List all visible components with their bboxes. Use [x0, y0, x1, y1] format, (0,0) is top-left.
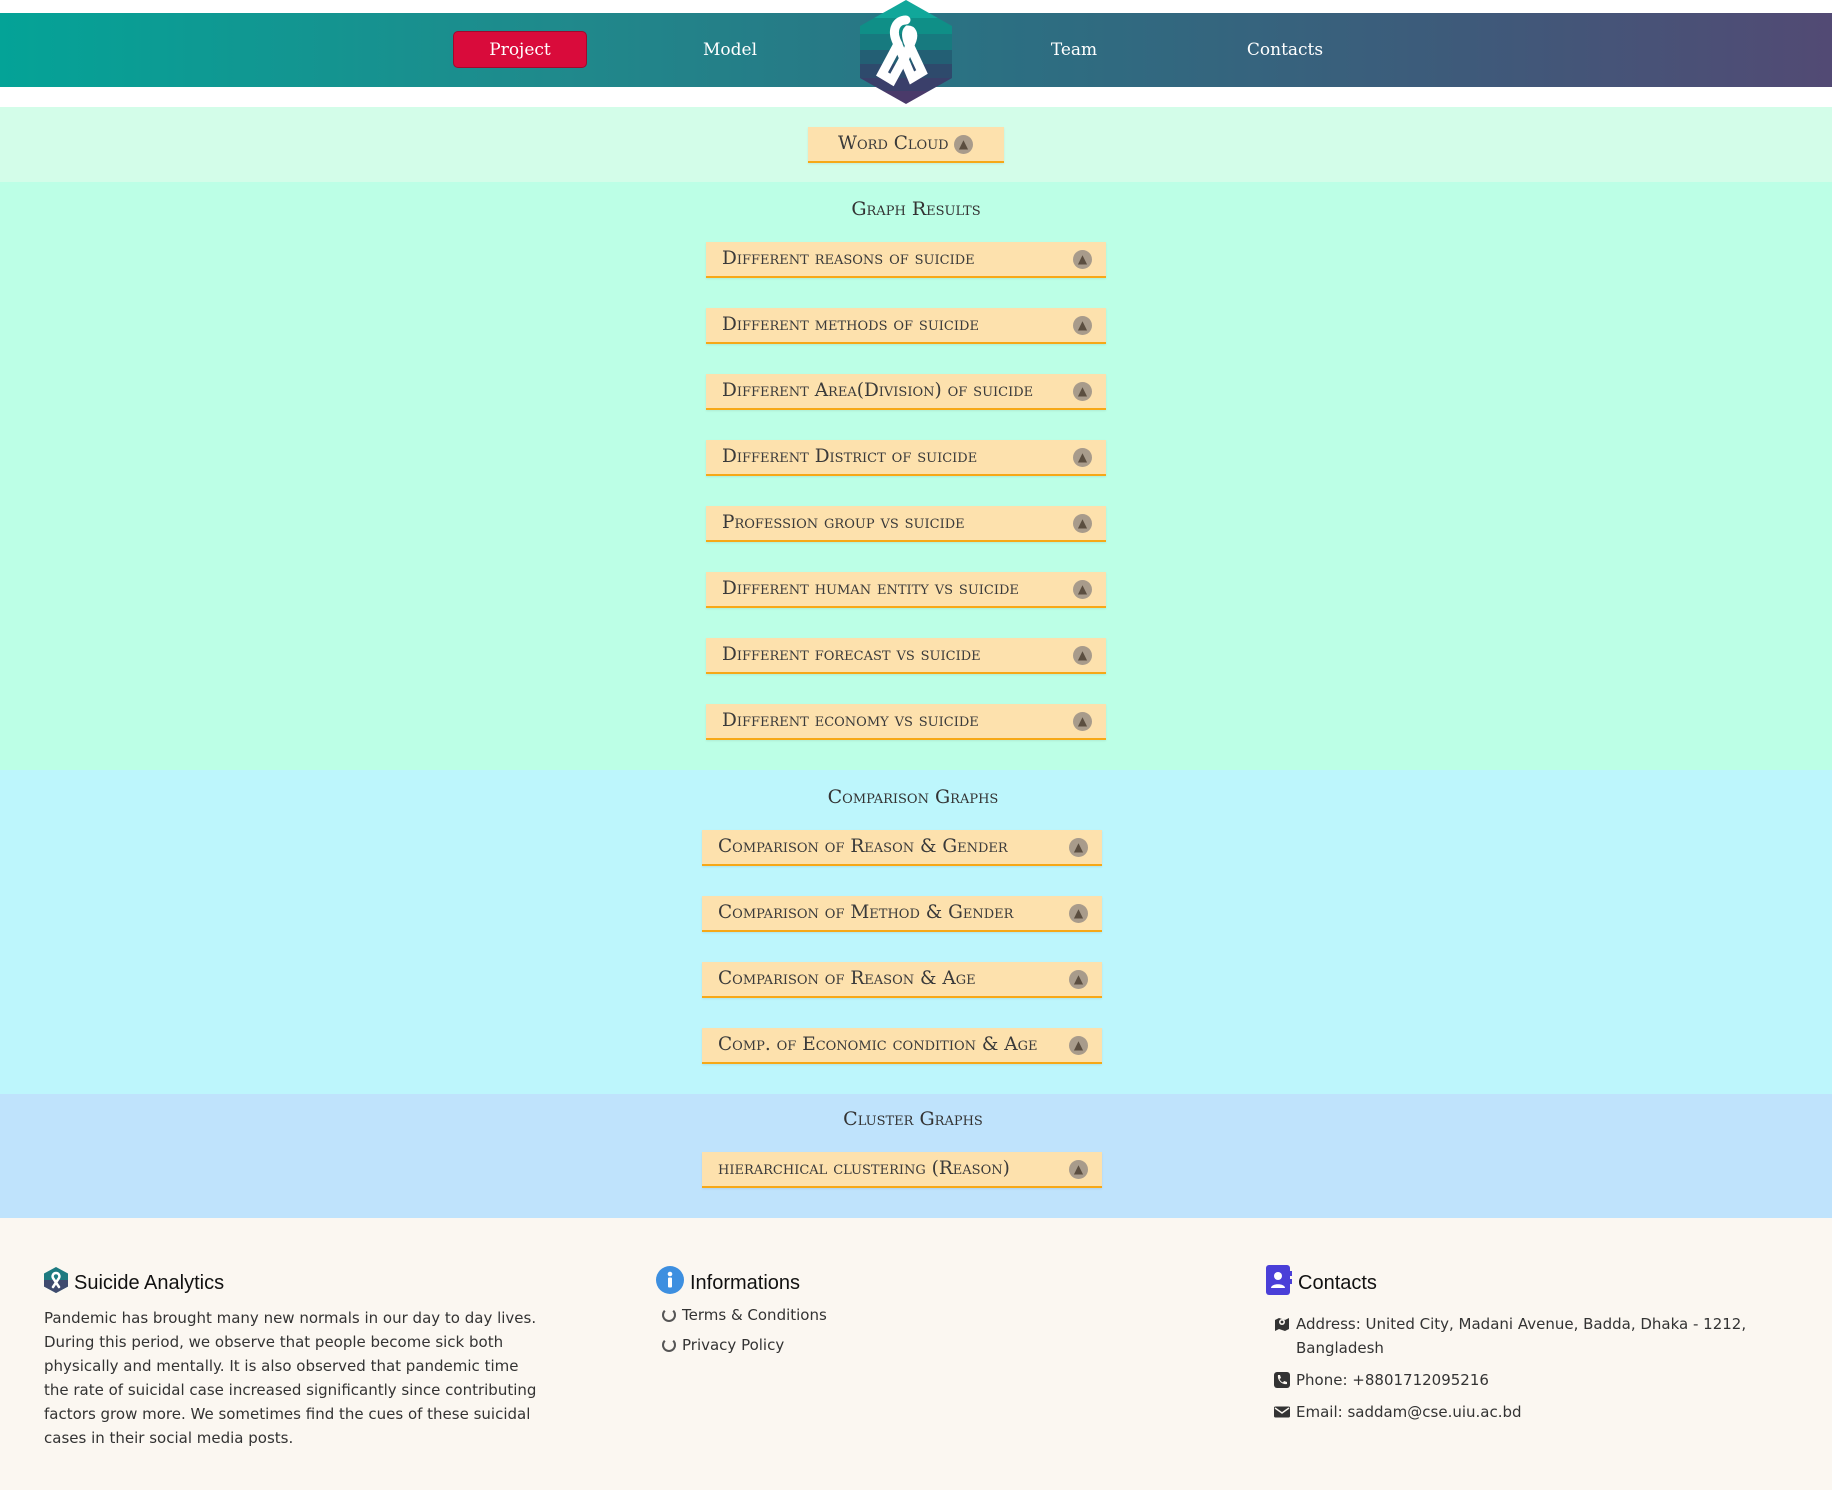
contact-email-text: Email: saddam@cse.uiu.ac.bd	[1296, 1403, 1522, 1421]
graph-item-district[interactable]: Different District of suicide ▲	[706, 440, 1106, 476]
contact-phone-text: Phone: +8801712095216	[1296, 1371, 1489, 1389]
graph-item-label: Different reasons of suicide	[722, 248, 975, 269]
arrow-up-circle-icon: ▲	[1073, 250, 1092, 269]
wordcloud-button[interactable]: Word Cloud ▲	[808, 127, 1004, 163]
footer-informations: Informations Terms & Conditions Privacy …	[656, 1266, 996, 1360]
footer-about-title: Suicide Analytics	[74, 1271, 225, 1294]
graph-item-methods[interactable]: Different methods of suicide ▲	[706, 308, 1106, 344]
privacy-policy-link[interactable]: Privacy Policy	[656, 1330, 996, 1360]
graph-item-label: Different economy vs suicide	[722, 710, 979, 731]
contact-address: Address: United City, Madani Avenue, Bad…	[1274, 1312, 1764, 1360]
phone-icon	[1274, 1372, 1290, 1388]
arrow-up-circle-icon: ▲	[1073, 316, 1092, 335]
comparison-item-reason-age[interactable]: Comparison of Reason & Age ▲	[702, 962, 1102, 998]
cluster-title: Cluster Graphs	[843, 1108, 983, 1130]
footer-contacts-heading: Contacts	[1266, 1265, 1766, 1301]
ribbon-logo-icon[interactable]	[860, 0, 952, 104]
arrow-up-circle-icon: ▲	[1069, 904, 1088, 923]
nav-team-link[interactable]: Team	[1014, 32, 1134, 68]
arrow-up-circle-icon: ▲	[1073, 514, 1092, 533]
graph-results-section: Graph Results Different reasons of suici…	[0, 182, 1832, 770]
graph-item-label: Different forecast vs suicide	[722, 644, 981, 665]
graph-item-reasons[interactable]: Different reasons of suicide ▲	[706, 242, 1106, 278]
arrow-up-circle-icon: ▲	[1073, 580, 1092, 599]
graph-item-profession[interactable]: Profession group vs suicide ▲	[706, 506, 1106, 542]
footer-info-heading: Informations	[656, 1266, 996, 1300]
nav-project-link[interactable]: Project	[453, 31, 587, 68]
arrow-up-circle-icon: ▲	[1073, 448, 1092, 467]
arrow-up-circle-icon: ▲	[1069, 1160, 1088, 1179]
arrow-up-circle-icon: ▲	[954, 135, 973, 154]
terms-conditions-link[interactable]: Terms & Conditions	[656, 1300, 996, 1330]
wordcloud-label: Word Cloud	[838, 133, 949, 154]
nav-model-link[interactable]: Model	[670, 32, 790, 68]
envelope-icon	[1274, 1406, 1290, 1418]
arrow-up-circle-icon: ▲	[1073, 712, 1092, 731]
cluster-item-hierarchical[interactable]: hierarchical clustering (Reason) ▲	[702, 1152, 1102, 1188]
footer-contacts: Contacts Address: United City, Madani Av…	[1266, 1265, 1766, 1424]
wordcloud-section: Word Cloud ▲	[0, 107, 1832, 182]
terms-label: Terms & Conditions	[682, 1306, 827, 1324]
contact-book-icon	[1266, 1265, 1292, 1301]
arrow-up-circle-icon: ▲	[1069, 970, 1088, 989]
contact-email[interactable]: Email: saddam@cse.uiu.ac.bd	[1274, 1400, 1766, 1424]
footer-info-title: Informations	[690, 1271, 801, 1294]
ribbon-logo-icon	[44, 1267, 68, 1299]
cluster-graphs-section: Cluster Graphs hierarchical clustering (…	[0, 1094, 1832, 1218]
footer-about-heading: Suicide Analytics	[44, 1267, 544, 1299]
comparison-item-reason-gender[interactable]: Comparison of Reason & Gender ▲	[702, 830, 1102, 866]
contact-address-text: Address: United City, Madani Avenue, Bad…	[1296, 1315, 1747, 1357]
arrow-up-circle-icon: ▲	[1069, 838, 1088, 857]
graph-item-label: Different human entity vs suicide	[722, 578, 1019, 599]
graph-item-label: Different Area(Division) of suicide	[722, 380, 1034, 401]
arrow-up-circle-icon: ▲	[1073, 646, 1092, 665]
comparison-item-label: Comp. of Economic condition & Age	[718, 1034, 1038, 1055]
footer-contacts-title: Contacts	[1298, 1271, 1377, 1294]
comparison-item-label: Comparison of Reason & Gender	[718, 836, 1008, 857]
comparison-graphs-section: Comparison Graphs Comparison of Reason &…	[0, 770, 1832, 1094]
info-circle-icon	[656, 1266, 684, 1300]
graph-item-economy[interactable]: Different economy vs suicide ▲	[706, 704, 1106, 740]
comparison-item-economic-age[interactable]: Comp. of Economic condition & Age ▲	[702, 1028, 1102, 1064]
graph-item-label: Different District of suicide	[722, 446, 978, 467]
arrow-up-circle-icon: ▲	[1069, 1036, 1088, 1055]
contact-phone: Phone: +8801712095216	[1274, 1368, 1766, 1392]
site-footer: Suicide Analytics Pandemic has brought m…	[0, 1218, 1832, 1490]
circle-notch-icon	[662, 1308, 676, 1322]
comparison-item-label: Comparison of Reason & Age	[718, 968, 976, 989]
privacy-label: Privacy Policy	[682, 1336, 785, 1354]
graph-item-label: Different methods of suicide	[722, 314, 979, 335]
cluster-item-label: hierarchical clustering (Reason)	[718, 1158, 1010, 1179]
comparison-item-method-gender[interactable]: Comparison of Method & Gender ▲	[702, 896, 1102, 932]
circle-notch-icon	[662, 1338, 676, 1352]
comparison-item-label: Comparison of Method & Gender	[718, 902, 1014, 923]
nav-contacts-link[interactable]: Contacts	[1225, 32, 1345, 68]
graph-results-title: Graph Results	[851, 198, 981, 220]
graph-item-label: Profession group vs suicide	[722, 512, 965, 533]
comparison-title: Comparison Graphs	[827, 786, 999, 808]
graph-item-area[interactable]: Different Area(Division) of suicide ▲	[706, 374, 1106, 410]
map-location-icon	[1275, 1318, 1289, 1331]
footer-about: Suicide Analytics Pandemic has brought m…	[44, 1267, 544, 1450]
footer-about-text: Pandemic has brought many new normals in…	[44, 1309, 537, 1447]
arrow-up-circle-icon: ▲	[1073, 382, 1092, 401]
graph-item-forecast[interactable]: Different forecast vs suicide ▲	[706, 638, 1106, 674]
graph-item-human-entity[interactable]: Different human entity vs suicide ▲	[706, 572, 1106, 608]
